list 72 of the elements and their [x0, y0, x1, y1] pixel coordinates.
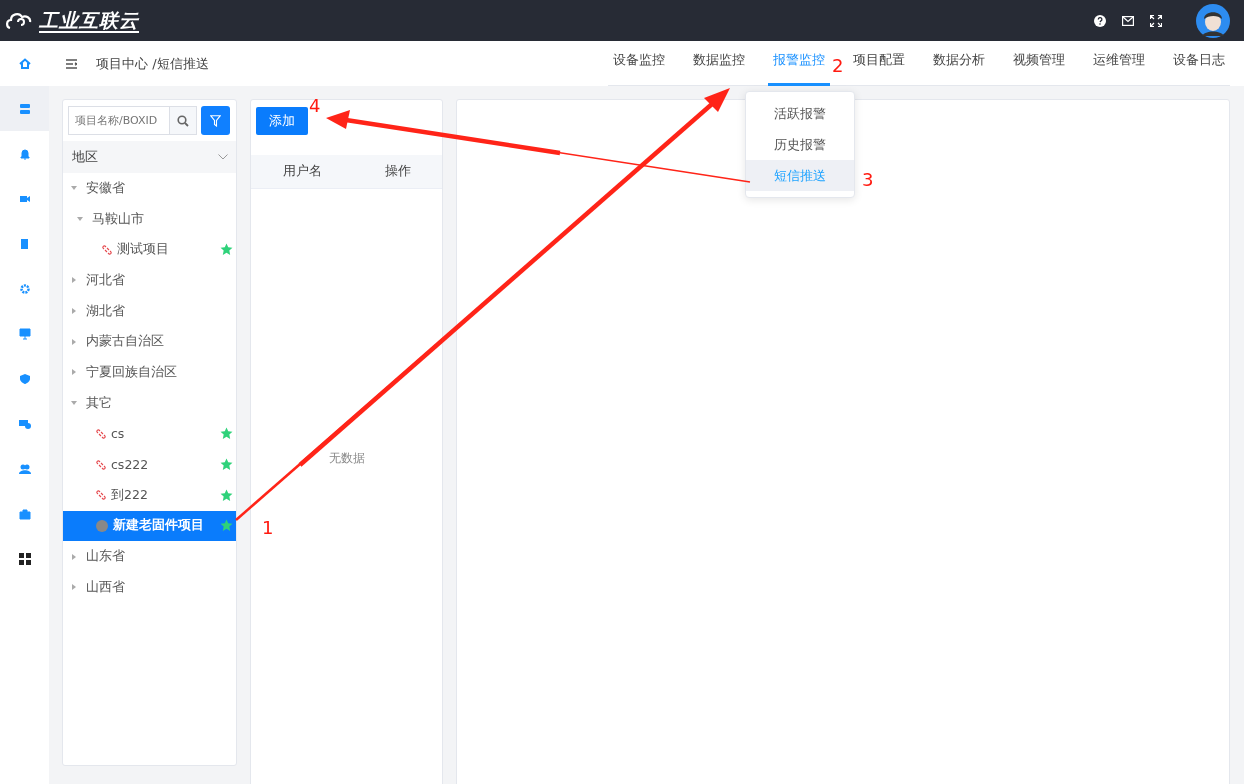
nav-tab[interactable]: 数据监控	[688, 41, 750, 86]
star-icon[interactable]	[220, 458, 233, 472]
nav-tab[interactable]: 数据分析	[928, 41, 990, 86]
monitor-icon	[18, 327, 31, 340]
mail-icon[interactable]	[1122, 15, 1134, 26]
breadcrumb: 项目中心 /短信推送	[96, 54, 209, 73]
tree-node[interactable]: 测试项目	[63, 234, 236, 266]
tree-node[interactable]: 到222	[63, 479, 236, 511]
menu-toggle-icon[interactable]	[66, 58, 77, 69]
annotation-number: 4	[309, 96, 321, 116]
caret-icon	[71, 277, 77, 284]
chevron-down-icon	[218, 154, 228, 160]
caret-icon	[77, 216, 83, 223]
nav-tab[interactable]: 项目配置	[848, 41, 910, 86]
caret-icon	[71, 369, 77, 376]
tree-node[interactable]: 山西省	[63, 571, 236, 603]
tree-node[interactable]: 内蒙古自治区	[63, 326, 236, 358]
star-icon[interactable]	[220, 243, 233, 257]
help-icon[interactable]	[1094, 14, 1106, 27]
filter-button[interactable]	[201, 106, 230, 135]
caret-icon	[71, 308, 77, 315]
fullscreen-icon[interactable]	[1150, 14, 1162, 27]
column-header: 操作	[384, 163, 411, 180]
nav-tab[interactable]: 设备监控	[608, 41, 670, 86]
briefcase-icon	[18, 507, 31, 520]
shield-icon	[18, 372, 31, 385]
bell-icon	[18, 147, 31, 160]
nav-tab[interactable]: 设备日志	[1168, 41, 1230, 86]
nav-tab[interactable]: 运维管理	[1088, 41, 1150, 86]
grid-icon	[18, 552, 31, 565]
caret-icon	[71, 584, 77, 591]
broken-link-icon	[96, 459, 106, 470]
annotation-number: 2	[832, 56, 844, 76]
caret-icon	[71, 553, 77, 560]
nav-tab[interactable]: 视频管理	[1008, 41, 1070, 86]
caret-icon	[71, 338, 77, 345]
server-icon	[18, 102, 31, 115]
menu-item[interactable]: 历史报警	[746, 129, 854, 160]
menu-item[interactable]: 活跃报警	[746, 98, 854, 129]
tree-node[interactable]: 安徽省	[63, 173, 236, 204]
search-button[interactable]	[170, 106, 197, 135]
empty-text: 无数据	[328, 450, 365, 467]
star-icon[interactable]	[220, 488, 233, 502]
search-field[interactable]: 项目名称/BOXID	[68, 106, 170, 135]
annotation-number: 1	[262, 518, 274, 538]
search-icon	[177, 114, 189, 127]
tree-node[interactable]: 山东省	[63, 541, 236, 572]
region-dropdown[interactable]: 地区	[63, 141, 236, 173]
add-button[interactable]: 添加	[256, 107, 308, 135]
tree-node[interactable]: 湖北省	[63, 295, 236, 327]
tree-node[interactable]: cs222	[63, 449, 236, 480]
tree-node[interactable]: 新建老固件项目	[63, 510, 236, 542]
home-icon	[18, 57, 31, 70]
broken-link-icon	[96, 490, 106, 501]
annotation-number: 3	[862, 170, 874, 190]
column-header: 用户名	[282, 163, 322, 180]
star-icon[interactable]	[220, 519, 233, 533]
users-icon	[18, 462, 31, 475]
tree-node[interactable]: 宁夏回族自治区	[63, 357, 236, 388]
logo-text: 工业互联云	[39, 8, 139, 33]
tree-node[interactable]: 其它	[63, 387, 236, 419]
broken-link-icon	[102, 244, 112, 255]
tree-node[interactable]: 河北省	[63, 265, 236, 296]
status-dot-icon	[96, 519, 108, 532]
filter-icon	[210, 114, 221, 127]
tree-node[interactable]: cs	[63, 418, 236, 450]
caret-icon	[71, 185, 77, 192]
broken-link-icon	[96, 428, 106, 439]
avatar[interactable]	[1196, 3, 1230, 38]
caret-icon	[71, 400, 77, 407]
star-icon[interactable]	[220, 427, 233, 441]
tree-node[interactable]: 马鞍山市	[63, 203, 236, 235]
